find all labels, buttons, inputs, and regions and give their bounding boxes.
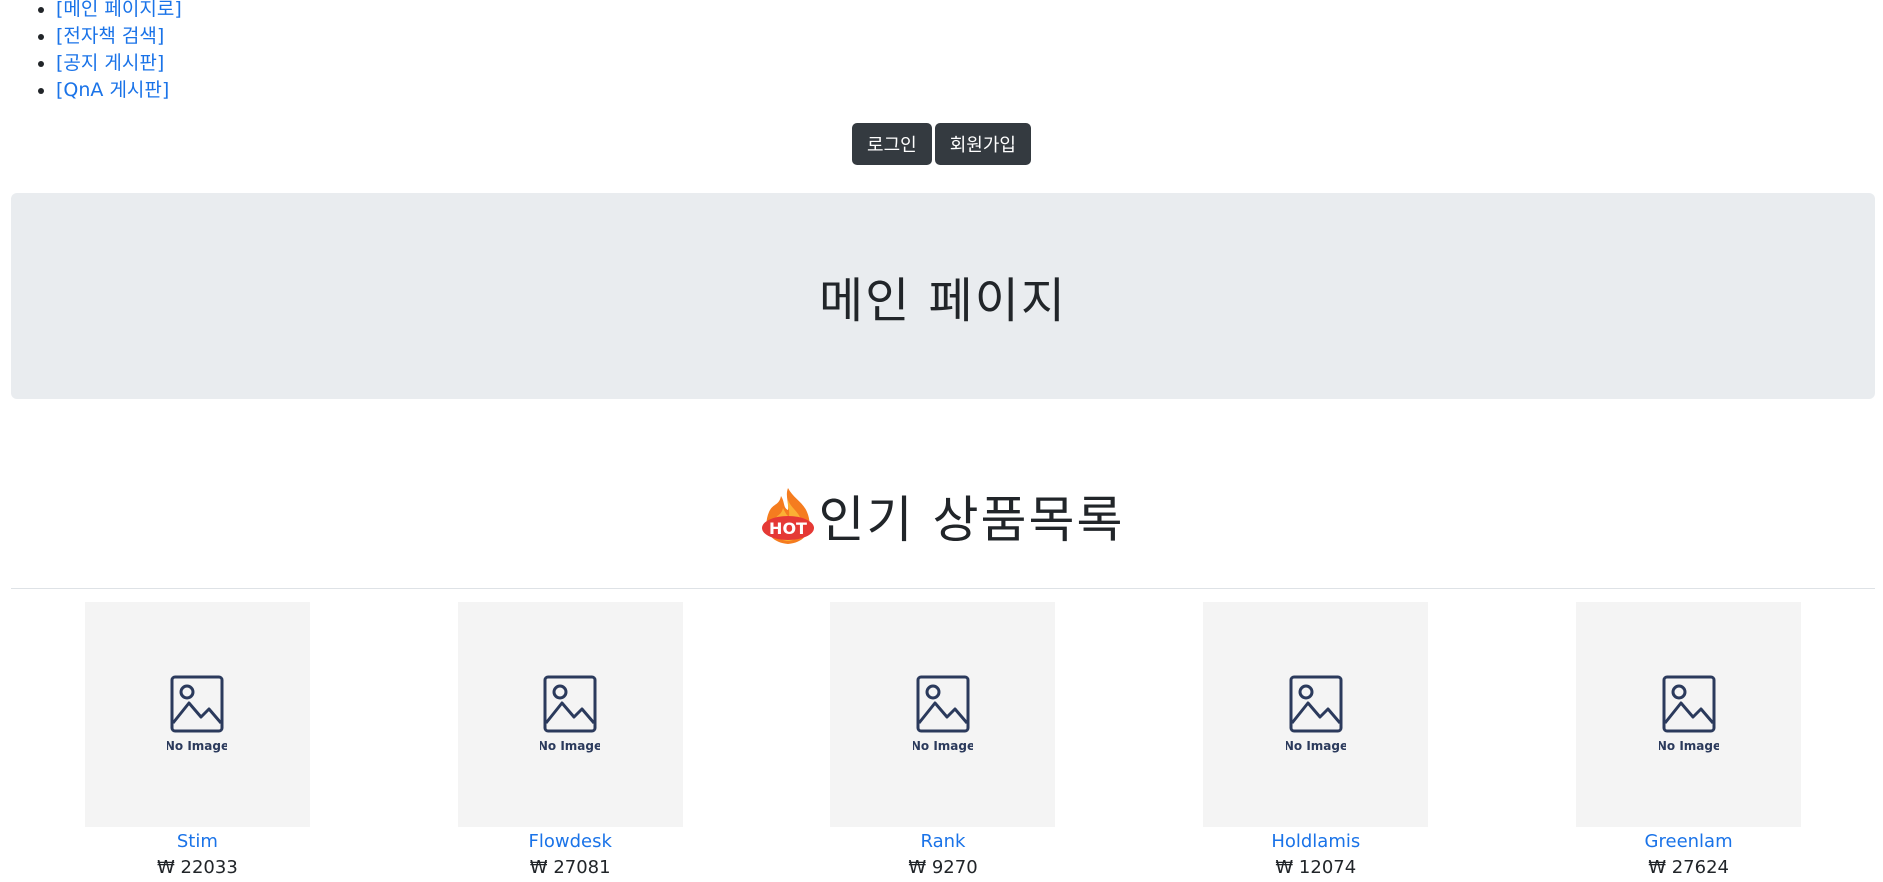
nav-link-main[interactable]: [메인 페이지로] [56, 0, 182, 20]
no-image-icon: No Image [540, 675, 600, 753]
product-price: ₩ 27081 [529, 857, 611, 878]
nav-item-qna-board: [QnA 게시판] [56, 77, 182, 104]
product-thumbnail[interactable]: No Image [1576, 602, 1802, 827]
product-price: ₩ 27624 [1648, 857, 1729, 878]
svg-text:No Image: No Image [167, 739, 227, 753]
product-card: No Image Stim ₩ 22033 [11, 602, 384, 881]
product-name-link[interactable]: Stim [177, 829, 218, 855]
nav-item-notice-board: [공지 게시판] [56, 50, 182, 77]
product-grid: No Image Stim ₩ 22033 No Image Flowdesk … [11, 602, 1875, 881]
product-name-link[interactable]: Flowdesk [529, 829, 612, 855]
no-image-icon: No Image [1659, 675, 1719, 753]
popular-products-title: 인기 상품목록 [818, 491, 1125, 549]
svg-text:No Image: No Image [1286, 739, 1346, 753]
product-card: No Image Flowdesk ₩ 27081 [384, 602, 757, 881]
product-name-link[interactable]: Greenlam [1645, 829, 1733, 855]
svg-text:No Image: No Image [913, 739, 973, 753]
no-image-icon: No Image [1286, 675, 1346, 753]
nav-item-main: [메인 페이지로] [56, 0, 182, 23]
auth-bar: 로그인 회원가입 [0, 123, 1883, 165]
top-nav: [메인 페이지로] [전자책 검색] [공지 게시판] [QnA 게시판] [34, 0, 182, 104]
product-name-link[interactable]: Holdlamis [1271, 829, 1360, 855]
no-image-icon: No Image [913, 675, 973, 753]
product-card: No Image Holdlamis ₩ 12074 [1129, 602, 1502, 881]
nav-item-ebook-search: [전자책 검색] [56, 23, 182, 50]
svg-text:No Image: No Image [540, 739, 600, 753]
signup-button[interactable]: 회원가입 [934, 123, 1031, 165]
hot-badge-text: HOT [769, 519, 807, 538]
nav-link-ebook-search[interactable]: [전자책 검색] [56, 25, 164, 47]
nav-link-qna-board[interactable]: [QnA 게시판] [56, 79, 169, 101]
product-card: No Image Rank ₩ 9270 [757, 602, 1130, 881]
product-card: No Image Greenlam ₩ 27624 [1502, 602, 1875, 881]
popular-products-header: HOT 인기 상품목록 [0, 480, 1883, 552]
product-price: ₩ 22033 [157, 857, 238, 878]
product-thumbnail[interactable]: No Image [457, 602, 683, 827]
hot-fire-icon: HOT [759, 486, 817, 546]
no-image-icon: No Image [167, 675, 227, 753]
product-price: ₩ 9270 [908, 857, 978, 878]
section-divider [11, 588, 1875, 589]
login-button[interactable]: 로그인 [852, 123, 932, 165]
product-name-link[interactable]: Rank [921, 829, 966, 855]
product-price: ₩ 12074 [1275, 857, 1357, 878]
hero-banner: 메인 페이지 [11, 193, 1875, 399]
page-title: 메인 페이지 [818, 273, 1068, 329]
nav-link-notice-board[interactable]: [공지 게시판] [56, 52, 164, 74]
product-thumbnail[interactable]: No Image [84, 602, 310, 827]
product-thumbnail[interactable]: No Image [1203, 602, 1429, 827]
svg-text:No Image: No Image [1659, 739, 1719, 753]
product-thumbnail[interactable]: No Image [830, 602, 1056, 827]
